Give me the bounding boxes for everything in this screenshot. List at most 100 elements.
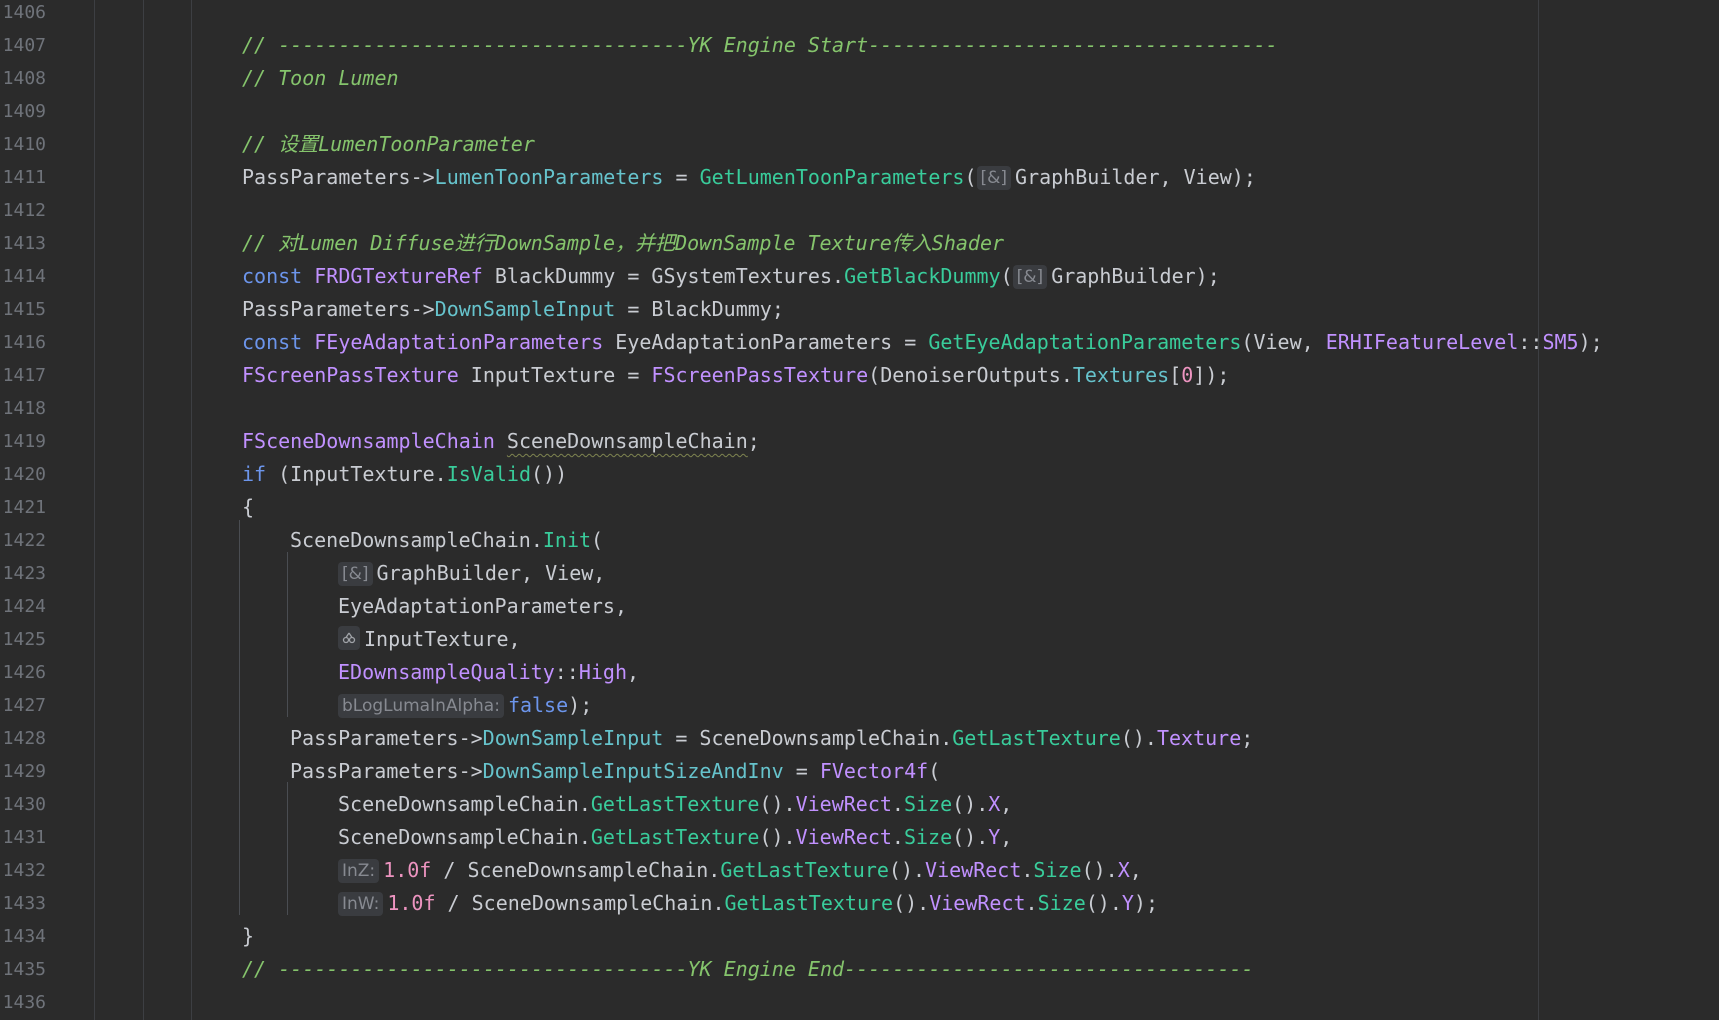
code-text[interactable]: // ----------------------------------YK … [242,953,1253,986]
code-token[interactable]: (). [759,792,795,816]
code-token[interactable]: IsValid [447,462,531,486]
line-number[interactable]: 1426 [0,656,46,689]
code-token[interactable]: SceneDownsampleChain [507,429,748,453]
code-token[interactable]: const [242,330,314,354]
code-token[interactable]: . [1021,858,1033,882]
code-token[interactable]: PassParameters-> [290,759,483,783]
code-line[interactable]: 1414 const FRDGTextureRef BlackDummy = GS… [0,260,1719,293]
code-token[interactable]: ); [1134,891,1158,915]
code-line[interactable]: 1416 const FEyeAdaptationParameters EyeAd… [0,326,1719,359]
line-number[interactable]: 1431 [0,821,46,854]
code-line[interactable]: 1408 // Toon Lumen [0,62,1719,95]
code-token[interactable]: ViewRect [929,891,1025,915]
code-text[interactable]: // 对Lumen Diffuse进行DownSample，并把DownSamp… [242,227,1004,260]
code-token[interactable]: // Toon Lumen [242,66,399,90]
line-number[interactable]: 1427 [0,689,46,722]
code-token[interactable]: . [1026,891,1038,915]
code-text[interactable]: InW: 1.0f / SceneDownsampleChain.GetLastT… [338,887,1158,920]
code-text[interactable]: } [242,920,254,953]
code-token[interactable]: { [242,495,254,519]
code-token[interactable]: false [508,693,568,717]
code-token[interactable]: Size [904,792,952,816]
code-text[interactable]: EDownsampleQuality::High, [338,656,639,689]
code-line[interactable]: 1433 InW: 1.0f / SceneDownsampleChain.GetL… [0,887,1719,920]
line-number[interactable]: 1422 [0,524,46,557]
code-token[interactable]: / SceneDownsampleChain. [431,858,720,882]
line-number[interactable]: 1428 [0,722,46,755]
code-text[interactable]: PassParameters->LumenToonParameters = Ge… [242,161,1256,194]
code-editor[interactable]: 1406 1407 // -----------------------------… [0,0,1719,1020]
code-token[interactable]: 1.0f [387,891,435,915]
code-token[interactable]: = SceneDownsampleChain. [663,726,952,750]
code-line[interactable]: 1434} [0,920,1719,953]
code-token[interactable]: GetLumenToonParameters [700,165,965,189]
code-token[interactable]: / SceneDownsampleChain. [436,891,725,915]
line-number[interactable]: 1434 [0,920,46,953]
code-line[interactable]: 1419 FSceneDownsampleChain SceneDownsampl… [0,425,1719,458]
code-text[interactable]: const FEyeAdaptationParameters EyeAdapta… [242,326,1603,359]
code-token[interactable]: (). [1121,726,1157,750]
code-text[interactable]: // Toon Lumen [242,62,399,95]
line-number[interactable]: 1414 [0,260,46,293]
code-token[interactable]: Init [543,528,591,552]
code-token[interactable]: } [242,924,254,948]
code-token[interactable]: (InputTexture. [266,462,447,486]
code-token[interactable]: ( [928,759,940,783]
code-token[interactable]: ( [964,165,976,189]
code-token[interactable]: Y [1122,891,1134,915]
line-number[interactable]: 1436 [0,986,46,1019]
code-token[interactable]: ); [1579,330,1603,354]
code-line[interactable]: 1410 // 设置LumenToonParameter [0,128,1719,161]
code-text[interactable]: FSceneDownsampleChain SceneDownsampleCha… [242,425,760,458]
code-token[interactable]: High [579,660,627,684]
code-token[interactable]: BlackDummy = GSystemTextures. [483,264,844,288]
code-token[interactable]: . [892,825,904,849]
code-text[interactable]: const FRDGTextureRef BlackDummy = GSyste… [242,260,1220,293]
code-line[interactable]: 1415 PassParameters->DownSampleInput = Bl… [0,293,1719,326]
code-token[interactable]: DownSampleInputSizeAndInv [483,759,784,783]
code-line[interactable]: 1406 [0,0,1719,29]
code-token[interactable]: ()) [531,462,567,486]
code-text[interactable]: { [242,491,254,524]
code-token[interactable]: ViewRect [796,792,892,816]
line-number[interactable]: 1418 [0,392,46,425]
code-token[interactable]: GetLastTexture [591,792,760,816]
code-text[interactable]: SceneDownsampleChain.GetLastTexture().Vi… [338,821,1012,854]
code-token[interactable]: FVector4f [820,759,928,783]
code-token[interactable]: . [892,792,904,816]
line-number[interactable]: 1407 [0,29,46,62]
code-token[interactable]: ViewRect [925,858,1021,882]
line-number[interactable]: 1429 [0,755,46,788]
code-token[interactable]: PassParameters-> [242,297,435,321]
code-token[interactable]: , [627,660,639,684]
code-token[interactable]: DownSampleInput [435,297,616,321]
code-token[interactable]: ; [748,429,760,453]
code-line[interactable]: 1420 if (InputTexture.IsValid()) [0,458,1719,491]
code-line[interactable]: 1411 PassParameters->LumenToonParameters … [0,161,1719,194]
line-number[interactable]: 1413 [0,227,46,260]
code-token[interactable]: (). [952,792,988,816]
code-token[interactable]: Textures [1073,363,1169,387]
code-token[interactable]: FSceneDownsampleChain [242,429,495,453]
code-token[interactable]: const [242,264,314,288]
code-line[interactable]: 1432 InZ: 1.0f / SceneDownsampleChain.GetL… [0,854,1719,887]
code-token[interactable]: ERHIFeatureLevel [1326,330,1519,354]
code-token[interactable]: // 对Lumen Diffuse进行DownSample，并把DownSamp… [242,231,1004,255]
line-number[interactable]: 1409 [0,95,46,128]
code-token[interactable]: // ----------------------------------YK … [242,33,1278,57]
code-token[interactable]: (). [1086,891,1122,915]
code-token[interactable]: = [784,759,820,783]
code-token[interactable]: Size [1033,858,1081,882]
code-token[interactable]: ( [591,528,603,552]
code-text[interactable]: if (InputTexture.IsValid()) [242,458,567,491]
code-line[interactable]: 1430 SceneDownsampleChain.GetLastTexture(… [0,788,1719,821]
code-line[interactable]: 1428 PassParameters->DownSampleInput = Sc… [0,722,1719,755]
code-token[interactable]: // ----------------------------------YK … [242,957,1253,981]
code-token[interactable]: InputTexture = [459,363,652,387]
line-number[interactable]: 1419 [0,425,46,458]
code-token[interactable]: if [242,462,266,486]
code-token[interactable]: LumenToonParameters [435,165,664,189]
code-text[interactable]: SceneDownsampleChain.Init( [290,524,603,557]
line-number[interactable]: 1432 [0,854,46,887]
code-token[interactable]: 0 [1181,363,1193,387]
